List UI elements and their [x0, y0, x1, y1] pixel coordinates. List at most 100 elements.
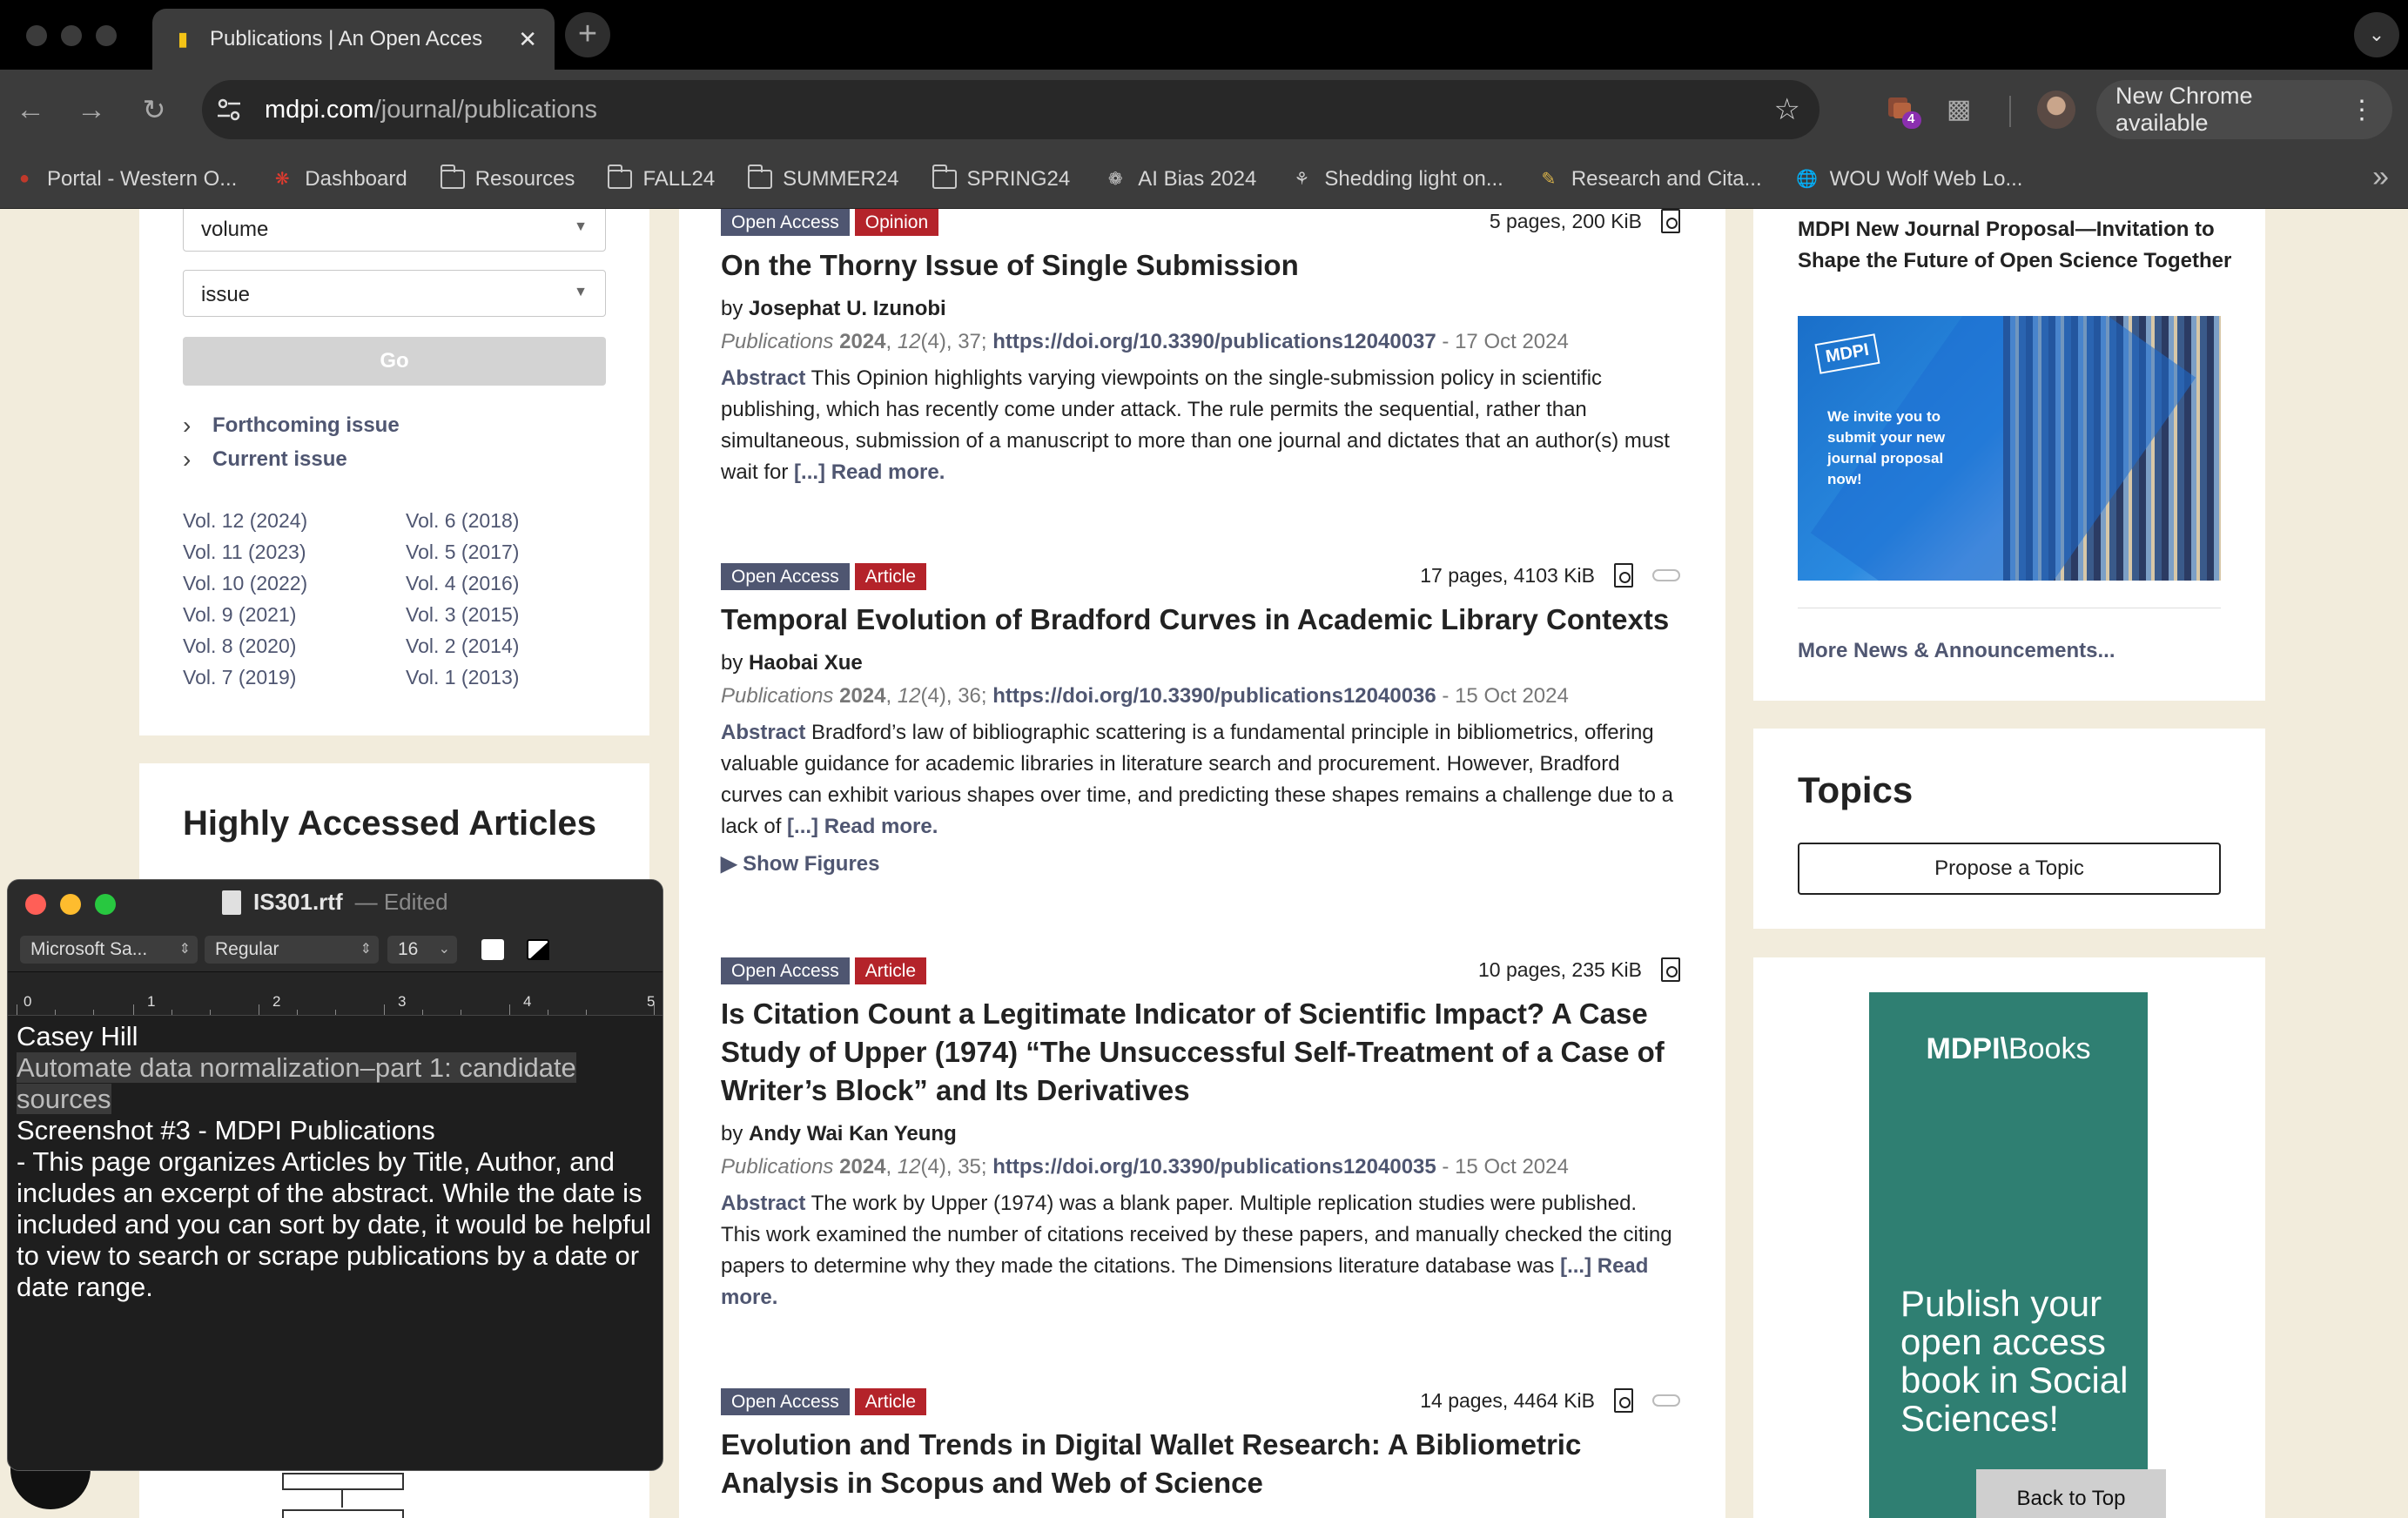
text-ruler[interactable]: 0 1 2 3 4 5: [8, 972, 663, 1016]
volume-link[interactable]: Vol. 9 (2021): [183, 603, 296, 627]
article-title[interactable]: Evolution and Trends in Digital Wallet R…: [721, 1426, 1680, 1502]
article-title[interactable]: Is Citation Count a Legitimate Indicator…: [721, 995, 1680, 1110]
pub-issue: (4), 37;: [920, 330, 987, 353]
doi-link[interactable]: https://doi.org/10.3390/publications1204…: [992, 684, 1436, 708]
journal-proposal-banner[interactable]: MDPI We invite you to submit your new jo…: [1798, 316, 2221, 581]
minimize-dot[interactable]: [60, 894, 81, 915]
propose-topic-button[interactable]: Propose a Topic: [1798, 843, 2221, 895]
window-minimize-dot[interactable]: [61, 25, 82, 46]
text-color-swatch[interactable]: [481, 939, 504, 960]
bookmark-summer24[interactable]: SUMMER24: [748, 164, 899, 191]
more-news-link[interactable]: More News & Announcements...: [1798, 639, 2115, 663]
open-access-badge[interactable]: Open Access: [721, 563, 850, 590]
volume-link[interactable]: Vol. 8 (2020): [183, 635, 296, 658]
bookmark-spring24[interactable]: SPRING24: [932, 164, 1070, 191]
profile-avatar[interactable]: [2037, 91, 2075, 129]
open-access-badge[interactable]: Open Access: [721, 957, 850, 984]
flowchart-connector: [341, 1490, 343, 1508]
volume-link[interactable]: Vol. 6 (2018): [406, 509, 519, 533]
tab-search-chevron-icon[interactable]: ⌄: [2354, 12, 2399, 57]
supplementary-clip-icon[interactable]: [1652, 569, 1680, 581]
font-size-value: 16: [398, 939, 419, 959]
kebab-menu-icon[interactable]: ⋮: [2349, 95, 2375, 125]
pdf-download-icon[interactable]: [1661, 209, 1680, 233]
edited-status: — Edited: [354, 889, 448, 915]
bookmark-fall24[interactable]: FALL24: [608, 164, 716, 191]
tab-close-icon[interactable]: ✕: [518, 26, 537, 53]
article-authors[interactable]: Andy Wai Kan Yeung: [749, 1122, 957, 1145]
highlight-color-swatch[interactable]: [527, 939, 549, 960]
volume-link[interactable]: Vol. 7 (2019): [183, 666, 296, 689]
volume-link[interactable]: Vol. 4 (2016): [406, 572, 519, 595]
volume-link[interactable]: Vol. 2 (2014): [406, 635, 519, 658]
article-title[interactable]: On the Thorny Issue of Single Submission: [721, 246, 1680, 285]
bookmark-resources[interactable]: Resources: [440, 164, 575, 191]
window-close-dot[interactable]: [26, 25, 47, 46]
extension-badge: 4: [1907, 111, 1915, 126]
article-authors[interactable]: Josephat U. Izunobi: [749, 297, 946, 320]
ruler-tick: [55, 1010, 56, 1015]
volume-link[interactable]: Vol. 12 (2024): [183, 509, 307, 533]
bookmark-dashboard[interactable]: ❋ Dashboard: [270, 167, 407, 191]
bookmark-star-icon[interactable]: ☆: [1774, 92, 1800, 127]
show-figures-toggle[interactable]: ▶ Show Figures: [721, 851, 1680, 877]
site-info-icon[interactable]: [214, 95, 244, 124]
pdf-download-icon[interactable]: [1614, 563, 1633, 588]
volume-link[interactable]: Vol. 1 (2013): [406, 666, 519, 689]
bookmark-portal[interactable]: ● Portal - Western O...: [12, 167, 237, 191]
pub-year: 2024: [839, 330, 886, 353]
bookmarks-overflow-icon[interactable]: »: [2372, 160, 2389, 194]
bookmark-wou[interactable]: 🌐 WOU Wolf Web Lo...: [1795, 167, 2022, 191]
current-issue-link[interactable]: › Current issue: [183, 446, 347, 474]
bookmark-ai-bias[interactable]: ❁ AI Bias 2024: [1103, 167, 1256, 191]
bookmark-shedding-light[interactable]: ⚘ Shedding light on...: [1289, 167, 1503, 191]
active-tab[interactable]: ▮ Publications | An Open Acces ✕: [152, 9, 555, 70]
mdpi-books-ad[interactable]: MDPI\Books Publish your open access book…: [1869, 992, 2148, 1518]
font-size-combo[interactable]: 16 ⌄: [387, 936, 457, 964]
read-more-link[interactable]: [...] Read more.: [787, 815, 938, 838]
back-to-top-button[interactable]: Back to Top: [1976, 1469, 2166, 1518]
issue-select[interactable]: issue ▼: [183, 270, 606, 317]
extension-icon[interactable]: 4: [1885, 92, 1923, 131]
back-arrow-icon[interactable]: ←: [9, 89, 52, 131]
window-zoom-dot[interactable]: [96, 25, 117, 46]
new-chrome-available-button[interactable]: New Chrome available ⋮: [2096, 80, 2392, 139]
bookmark-label: FALL24: [642, 166, 716, 191]
article-title[interactable]: Temporal Evolution of Bradford Curves in…: [721, 601, 1680, 639]
zoom-dot[interactable]: [95, 894, 116, 915]
ruler-tick: [586, 1010, 587, 1015]
address-bar[interactable]: mdpi.com/journal/publications ☆: [202, 80, 1819, 139]
volume-link[interactable]: Vol. 11 (2023): [183, 541, 306, 564]
read-more-link[interactable]: [...] Read more.: [794, 460, 945, 484]
article-authors[interactable]: Haobai Xue: [749, 651, 863, 675]
extensions-puzzle-icon[interactable]: ▩: [1947, 94, 1981, 129]
pdf-download-icon[interactable]: [1614, 1388, 1633, 1413]
doi-link[interactable]: https://doi.org/10.3390/publications1204…: [992, 330, 1436, 353]
document-body[interactable]: Casey Hill Automate data normalization–p…: [17, 1021, 657, 1303]
filename: IS301.rtf: [253, 889, 343, 915]
supplementary-clip-icon[interactable]: [1652, 1394, 1680, 1407]
volume-link[interactable]: Vol. 10 (2022): [183, 572, 307, 595]
article-size: 5 pages, 200 KiB: [1489, 209, 1642, 232]
close-dot[interactable]: [25, 894, 46, 915]
forthcoming-issue-link[interactable]: › Forthcoming issue: [183, 412, 400, 440]
font-style-popup[interactable]: Regular ⇕: [205, 936, 379, 964]
network-icon: ⚘: [1294, 170, 1310, 189]
article-item: Open Access Article 10 pages, 235 KiB Is …: [721, 957, 1680, 1313]
volume-link[interactable]: Vol. 5 (2017): [406, 541, 519, 564]
new-tab-plus-icon[interactable]: +: [565, 12, 610, 57]
doi-link[interactable]: https://doi.org/10.3390/publications1204…: [992, 1155, 1436, 1179]
article-citation: Publications 2024, 12(4), 35; https://do…: [721, 1155, 1569, 1179]
open-access-badge[interactable]: Open Access: [721, 1388, 850, 1415]
reload-icon[interactable]: ↻: [132, 89, 176, 131]
font-family-popup[interactable]: Microsoft Sa... ⇕: [20, 936, 198, 964]
go-button[interactable]: Go: [183, 337, 606, 386]
forward-arrow-icon[interactable]: →: [70, 89, 113, 131]
volume-select[interactable]: volume ▼: [183, 209, 606, 252]
pdf-download-icon[interactable]: [1661, 957, 1680, 982]
bookmark-research[interactable]: ✎ Research and Cita...: [1537, 167, 1761, 191]
open-access-badge[interactable]: Open Access: [721, 209, 850, 236]
news-title-link[interactable]: MDPI New Journal Proposal—Invitation to …: [1798, 214, 2233, 277]
volume-link[interactable]: Vol. 3 (2015): [406, 603, 519, 627]
textedit-titlebar[interactable]: IS301.rtf — Edited: [8, 880, 663, 927]
